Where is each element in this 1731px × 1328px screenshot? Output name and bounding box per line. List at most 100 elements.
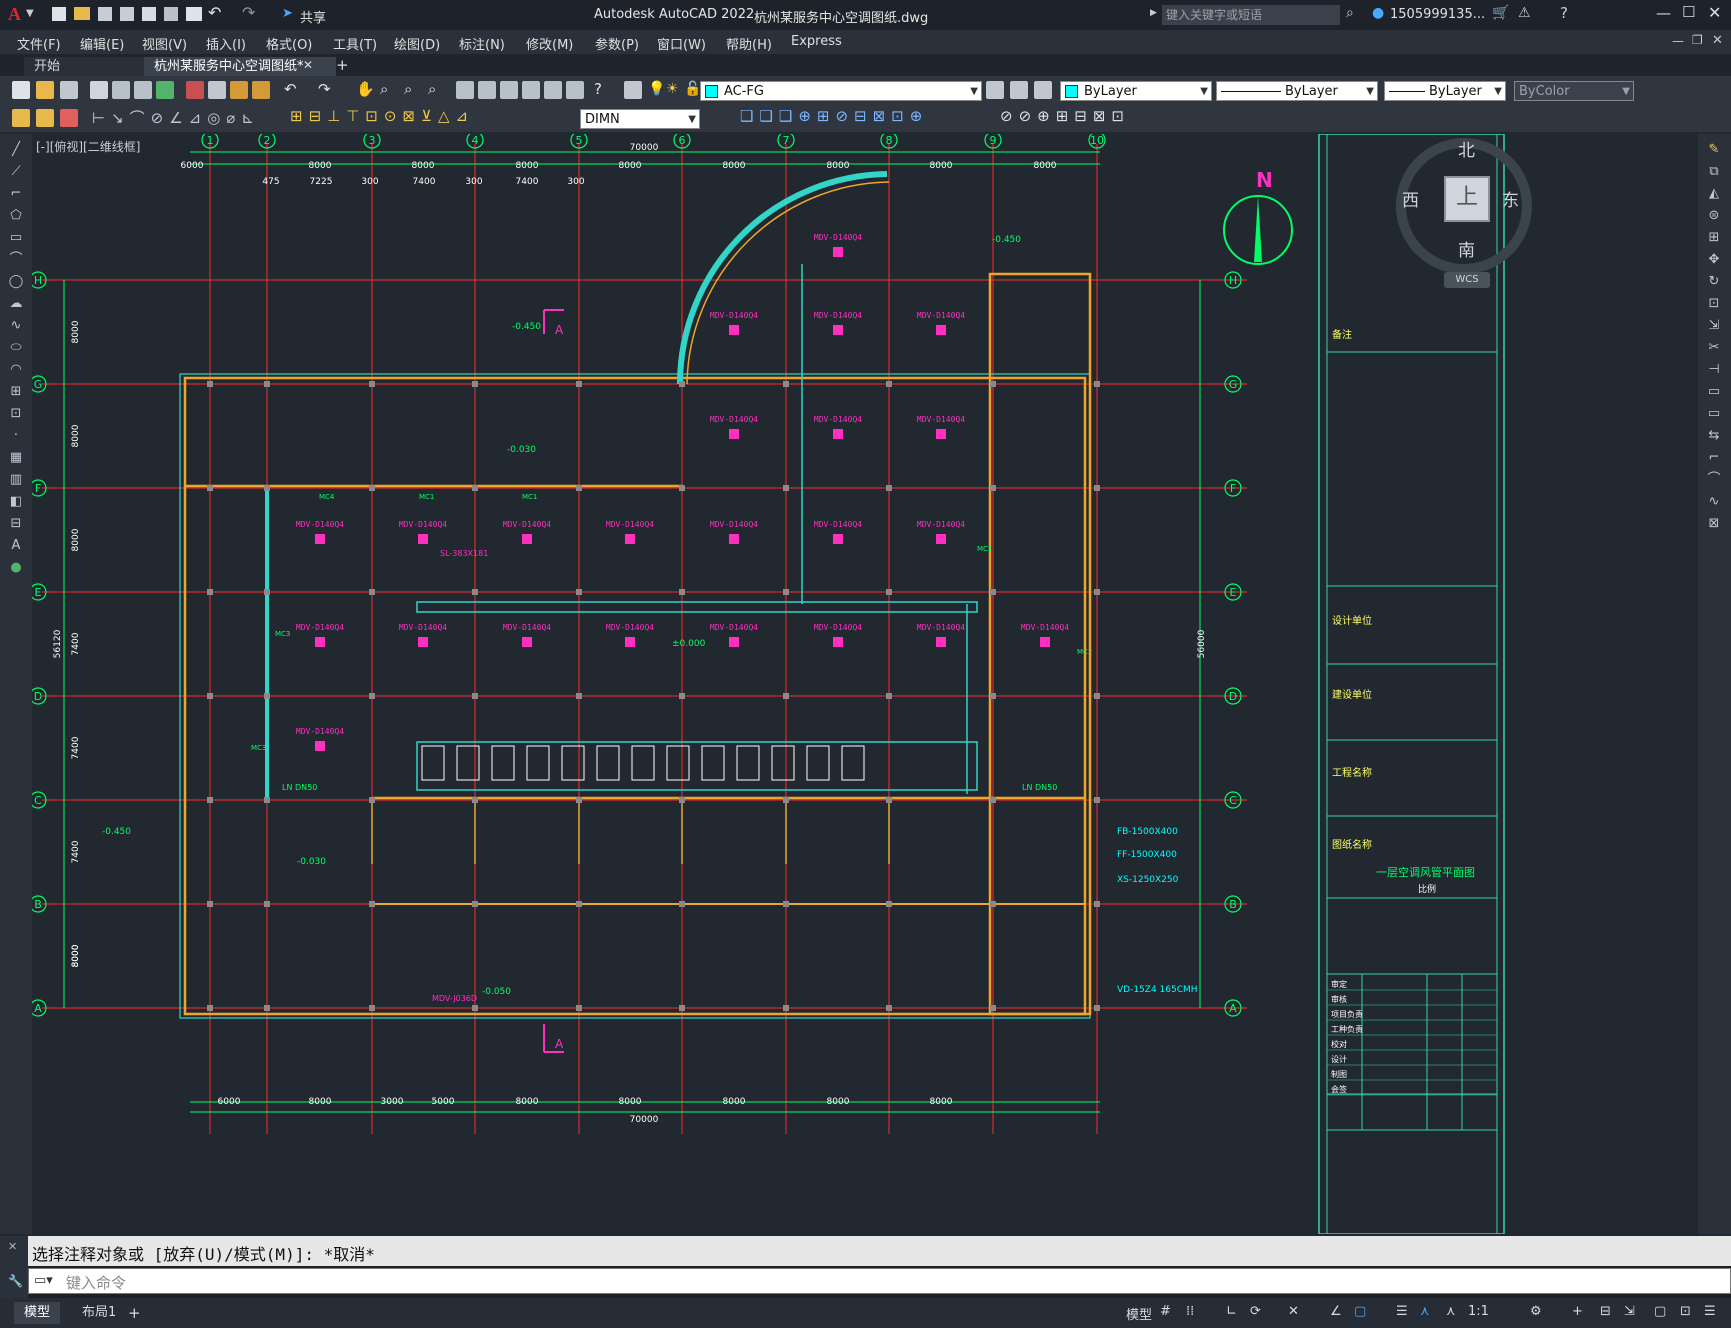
tb-zoom-window-icon[interactable]: ⌕	[404, 80, 412, 98]
tb-properties-icon[interactable]	[456, 81, 474, 99]
plot-icon[interactable]	[186, 7, 202, 21]
customize-status-icon[interactable]: ☰	[1704, 1304, 1716, 1319]
tb-save-icon[interactable]	[60, 81, 78, 99]
tb-preview-icon[interactable]	[112, 81, 130, 99]
tb-open-icon[interactable]	[36, 81, 54, 99]
tb-publish-icon[interactable]	[134, 81, 152, 99]
tb-redo-icon[interactable]: ↷	[318, 80, 331, 98]
cart-icon[interactable]: 🛒	[1492, 5, 1509, 21]
menu-format[interactable]: 格式(O)	[266, 34, 312, 53]
explode-icon[interactable]: ⊠	[1706, 516, 1722, 532]
tb-object-icons[interactable]: ⊘⊘⊕⊞⊟⊠⊡	[1000, 107, 1130, 125]
menu-draw[interactable]: 绘图(D)	[394, 34, 440, 53]
table-icon[interactable]: ⊟	[8, 516, 24, 532]
search-icon[interactable]: ⌕	[1346, 5, 1354, 21]
units-icon[interactable]: ⊟	[1600, 1304, 1611, 1319]
tb-zoom-realtime-icon[interactable]: ⌕	[380, 80, 388, 98]
tb-layer-properties-icon[interactable]	[624, 81, 642, 99]
blend-icon[interactable]: ∿	[1706, 494, 1722, 510]
tb-undo-icon[interactable]: ↶	[284, 80, 297, 98]
fillet-icon[interactable]: ⌒	[1706, 472, 1722, 488]
tb-layer-previous-icon[interactable]	[1010, 81, 1028, 99]
maximize-icon[interactable]: ☐	[1682, 3, 1695, 21]
quick-properties-icon[interactable]: ⇲	[1624, 1304, 1635, 1319]
lineweight-toggle-icon[interactable]: ☰	[1396, 1304, 1408, 1319]
command-prompt-icon[interactable]: ▭▾	[34, 1273, 53, 1288]
isodraft-icon[interactable]: ✕	[1288, 1304, 1299, 1319]
menu-edit[interactable]: 编辑(E)	[80, 34, 124, 53]
tb-dim-linear-icons[interactable]: ⊢↘⌒⊘∠⊿◎⌀⊾	[92, 107, 260, 128]
open-file-icon[interactable]	[74, 7, 90, 20]
menu-parametric[interactable]: 参数(P)	[595, 34, 639, 53]
menu-tools[interactable]: 工具(T)	[333, 34, 377, 53]
tb-layer-freeze-icon[interactable]: ☀	[666, 81, 679, 97]
tb-matchprop-icon[interactable]	[252, 81, 270, 99]
ellipse-icon[interactable]: ⬭	[8, 340, 24, 356]
rotate-icon[interactable]: ↻	[1706, 274, 1722, 290]
tb-paste-icon[interactable]	[230, 81, 248, 99]
clean-screen-icon[interactable]: ⊡	[1680, 1304, 1691, 1319]
tb-layer-state-icon[interactable]	[1034, 81, 1052, 99]
rectangle-icon[interactable]: ▭	[8, 230, 24, 246]
model-tab[interactable]: 模型	[14, 1302, 61, 1324]
tb-new-icon[interactable]	[12, 81, 30, 99]
autodesk-app-icon[interactable]: ⚠	[1518, 5, 1531, 21]
minimize-icon[interactable]: —	[1656, 4, 1671, 22]
make-block-icon[interactable]: ⊡	[8, 406, 24, 422]
osnap-track-icon[interactable]: ∠	[1330, 1304, 1342, 1319]
annomonitor-plus-icon[interactable]: +	[1572, 1304, 1583, 1319]
tb-3d-print-icon[interactable]	[156, 81, 174, 99]
grid-icon[interactable]: #	[1160, 1304, 1171, 1319]
tb-pan-icon[interactable]: ✋	[356, 80, 375, 98]
menu-modify[interactable]: 修改(M)	[526, 34, 573, 53]
annotation-visibility-icon[interactable]: ⋏	[1420, 1304, 1430, 1319]
dimstyle-dropdown[interactable]: DIMN ▼	[580, 109, 700, 129]
tb-designcenter-icon[interactable]	[478, 81, 496, 99]
drawing-canvas[interactable]: [-][俯视][二维线框] MDV-D140Q4 MDV-D140Q4 MDV-D1…	[32, 134, 1698, 1234]
command-customize-icon[interactable]: 🔧	[8, 1274, 23, 1288]
tb-modify-icons[interactable]: ❑❑❑⊕⊞⊘⊟⊠⊡⊕	[740, 107, 928, 125]
menu-file[interactable]: 文件(F)	[17, 34, 61, 53]
gradient-icon[interactable]: ▥	[8, 472, 24, 488]
auto-scale-icon[interactable]: ⋏	[1446, 1304, 1456, 1319]
doc-minimize-icon[interactable]: —	[1672, 34, 1684, 48]
viewcube-north[interactable]: 北	[1458, 136, 1475, 161]
search-expand-icon[interactable]: ▶	[1150, 8, 1157, 18]
share-button[interactable]: 共享	[300, 7, 326, 26]
help-icon[interactable]: ?	[1560, 4, 1568, 22]
tb-dim-edit-icon[interactable]	[12, 109, 30, 127]
command-input-box[interactable]	[28, 1268, 1731, 1294]
mirror-icon[interactable]: ◭	[1706, 186, 1722, 202]
polar-icon[interactable]: ⟳	[1250, 1304, 1261, 1319]
command-input[interactable]: 键入命令	[66, 1272, 126, 1293]
tb-copy-icon[interactable]	[208, 81, 226, 99]
tb-calculator-icon[interactable]	[566, 81, 584, 99]
line-tool-icon[interactable]: ╱	[8, 142, 24, 158]
layout1-tab[interactable]: 布局1	[72, 1302, 126, 1324]
save-icon[interactable]	[98, 7, 112, 21]
tb-dim-update-icon[interactable]	[36, 109, 54, 127]
save-web-icon[interactable]	[164, 7, 178, 21]
user-name[interactable]: 1505999135...	[1390, 7, 1485, 22]
autocad-logo-icon[interactable]: A	[8, 4, 21, 25]
tb-zoom-previous-icon[interactable]: ⌕	[428, 80, 436, 98]
linetype-dropdown[interactable]: ByLayer ▼	[1216, 81, 1378, 101]
add-layout-button[interactable]: +	[128, 1302, 141, 1324]
point-icon[interactable]: ·	[8, 428, 24, 444]
spline-icon[interactable]: ∿	[8, 318, 24, 334]
doc-restore-icon[interactable]: ❐	[1692, 33, 1703, 47]
menu-express[interactable]: Express	[791, 34, 842, 49]
tb-dim-tools-icon[interactable]	[60, 109, 78, 127]
tb-cut-icon[interactable]	[186, 81, 204, 99]
menu-help[interactable]: 帮助(H)	[726, 34, 772, 53]
array-icon[interactable]: ⊞	[1706, 230, 1722, 246]
save-as-icon[interactable]	[120, 7, 134, 21]
tab-start[interactable]: 开始	[24, 57, 154, 76]
menu-dimension[interactable]: 标注(N)	[459, 34, 505, 53]
construction-line-icon[interactable]: ⟋	[8, 164, 24, 180]
ellipse-arc-icon[interactable]: ◠	[8, 362, 24, 378]
redo-icon[interactable]: ↷	[242, 3, 255, 22]
user-icon[interactable]: ●	[1372, 5, 1384, 21]
snap-icon[interactable]: ⁞⁞	[1186, 1304, 1194, 1319]
new-file-icon[interactable]	[52, 7, 66, 21]
